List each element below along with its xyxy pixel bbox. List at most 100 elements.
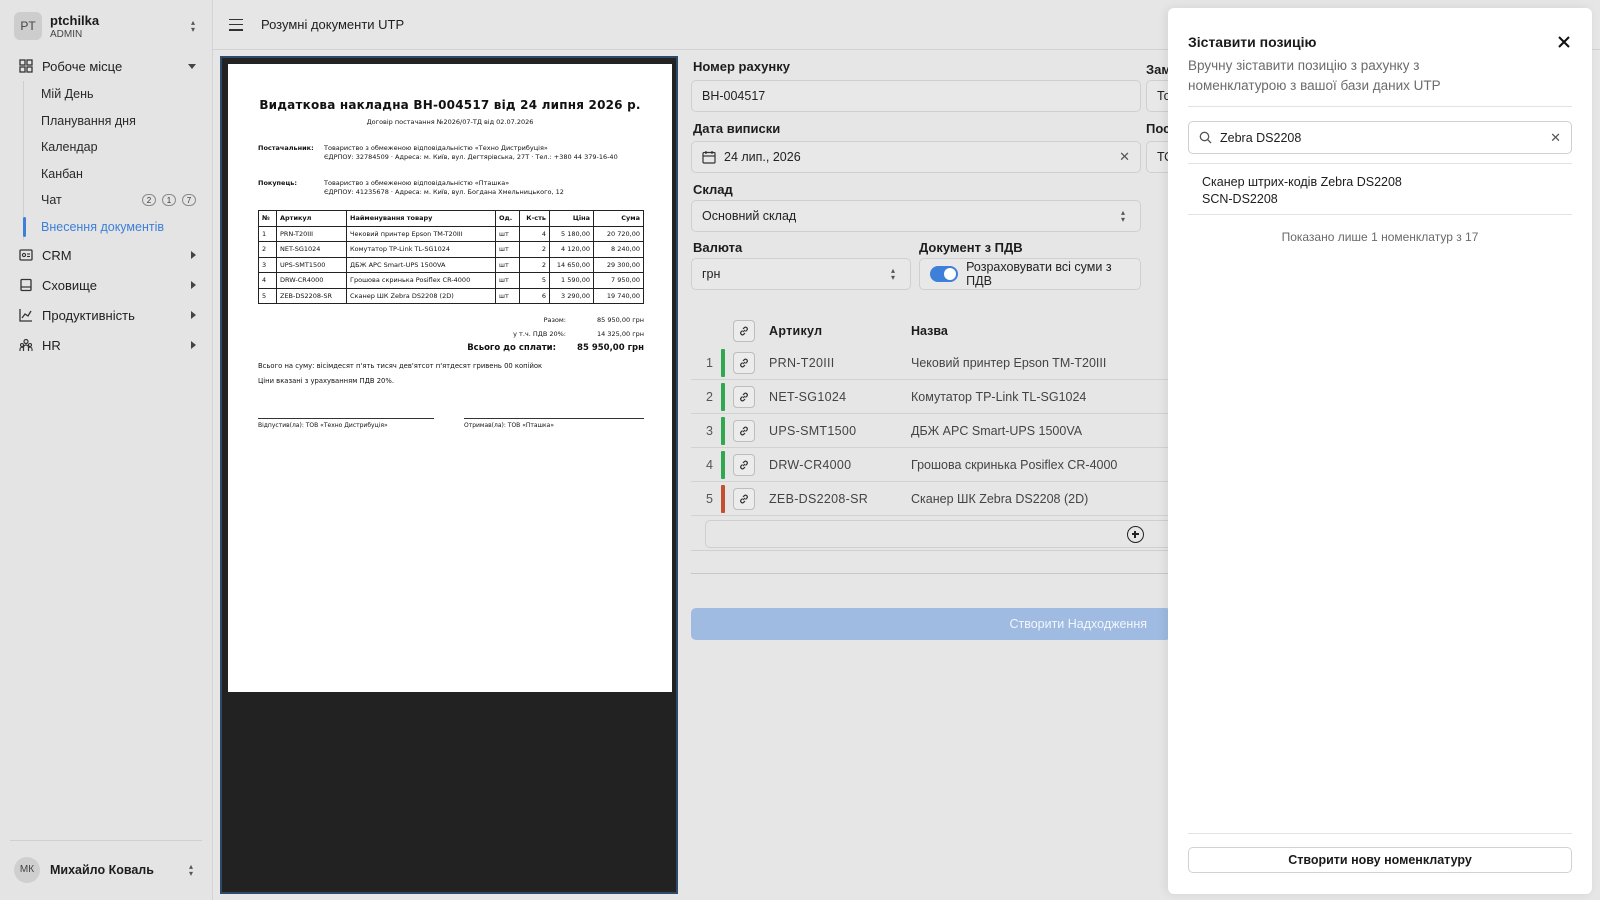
document-page: Видаткова накладна ВН-004517 від 24 липн…	[228, 64, 672, 692]
close-icon[interactable]	[1556, 34, 1572, 50]
panel-description: Вручну зіставити позицію з рахунку з ном…	[1188, 58, 1441, 93]
updown-chevron-icon: ▴ ▾	[188, 861, 193, 878]
nav-hr[interactable]: HR	[12, 330, 202, 360]
table-row: 2 NET-SG1024 Комутатор TP-Link TL-SG1024 шт…	[258, 241, 644, 258]
doc-received-signature: Отримав(ла): ТОВ «Пташка»	[464, 418, 644, 429]
divider	[1188, 106, 1572, 107]
nav-storage[interactable]: Сховище	[12, 270, 202, 300]
search-result-item[interactable]: Сканер штрих-кодів Zebra DS2208 SCN-DS22…	[1202, 174, 1402, 207]
row-article: NET-SG1024	[769, 389, 847, 404]
result-name: Сканер штрих-кодів Zebra DS2208	[1202, 175, 1402, 189]
menu-toggle-icon[interactable]	[229, 18, 243, 31]
column-name: Назва	[911, 324, 948, 338]
sidebar-item-chat[interactable]: Чат 2 1 7	[24, 187, 202, 214]
sidebar: PT ptchilka ADMIN ▴ ▾ Робоче місце Мій Де…	[0, 0, 213, 900]
sidebar-item-day-planning[interactable]: Планування дня	[24, 108, 202, 135]
vat-toggle[interactable]	[930, 266, 959, 282]
create-new-item-button[interactable]: Створити нову номенклатуру	[1188, 847, 1572, 873]
table-row[interactable]: 2 NET-SG1024 Комутатор TP-Link TL-SG1024	[691, 380, 1171, 414]
row-name: Комутатор TP-Link TL-SG1024	[911, 389, 1087, 404]
row-number: 1	[706, 355, 713, 370]
issue-date-field[interactable]: 24 лип., 2026 ✕	[691, 141, 1141, 173]
invoice-number-label: Номер рахунку	[693, 59, 790, 74]
nav-crm-label: CRM	[42, 247, 72, 263]
grid-header: Артикул Назва	[691, 316, 1171, 346]
org-switcher[interactable]: PT ptchilka ADMIN ▴ ▾	[14, 10, 200, 42]
doc-buyer: Покупець: Товариство з обмеженою відпові…	[258, 179, 564, 196]
table-row[interactable]: 4 DRW-CR4000 Грошова скринька Posiflex CR-…	[691, 448, 1171, 482]
vat-toggle-field[interactable]: Розраховувати всі суми з ПДВ	[919, 258, 1141, 290]
nav-productivity[interactable]: Продуктивність	[12, 300, 202, 330]
grid-icon	[18, 58, 34, 74]
link-icon[interactable]	[733, 320, 755, 342]
currency-select[interactable]: грн ▴ ▾	[691, 258, 911, 290]
link-icon[interactable]	[733, 487, 755, 510]
nav-productivity-label: Продуктивність	[42, 307, 135, 323]
link-icon[interactable]	[733, 453, 755, 476]
clear-search-icon[interactable]: ✕	[1550, 130, 1561, 146]
select-chevron-icon: ▴ ▾	[1120, 208, 1125, 224]
org-name: ptchilka	[50, 12, 100, 28]
sidebar-item-my-day[interactable]: Мій День	[24, 81, 202, 108]
doc-supplier: Постачальник: Товариство з обмеженою від…	[258, 144, 618, 161]
table-row[interactable]: 3 UPS-SMT1500 ДБЖ APC Smart-UPS 1500VA	[691, 414, 1171, 448]
divider	[1188, 163, 1572, 164]
add-line-row[interactable]	[705, 520, 1175, 548]
doc-released-signature: Відпустив(ла): ТОВ «Техно Дистрибуція»	[258, 418, 434, 429]
match-status-bar	[721, 484, 725, 513]
doc-vat-note: Ціни вказані з урахуванням ПДВ 20%.	[258, 377, 395, 385]
doc-title: Видаткова накладна ВН-004517 від 24 липн…	[259, 98, 641, 112]
link-icon[interactable]	[733, 351, 755, 374]
create-receipt-button[interactable]: Створити Надходження	[691, 608, 1171, 640]
row-name: Грошова скринька Posiflex CR-4000	[911, 457, 1118, 472]
vat-document-label: Документ з ПДВ	[919, 240, 1023, 255]
chart-icon	[18, 307, 34, 323]
match-status-bar	[721, 450, 725, 479]
document-preview[interactable]: Видаткова накладна ВН-004517 від 24 липн…	[220, 56, 678, 894]
chat-badge: 2	[142, 194, 156, 207]
nav-storage-label: Сховище	[42, 277, 97, 293]
nav-workspace[interactable]: Робоче місце	[12, 51, 202, 81]
crm-icon	[18, 247, 34, 263]
table-row[interactable]: 1 PRN-T20III Чековий принтер Epson TM-T20I…	[691, 346, 1171, 380]
org-role: ADMIN	[50, 28, 83, 40]
table-row: 5 ZEB-DS2208-SR Сканер ШК Zebra DS2208 (2D…	[258, 287, 644, 304]
table-row[interactable]: 5 ZEB-DS2208-SR Сканер ШК Zebra DS2208 (2D…	[691, 482, 1171, 516]
search-input[interactable]: Zebra DS2208 ✕	[1188, 121, 1572, 154]
row-number: 4	[706, 457, 713, 472]
main-nav: Робоче місце Мій День Планування дня Кал…	[12, 51, 202, 360]
warehouse-select[interactable]: Основний склад ▴ ▾	[691, 200, 1141, 232]
sidebar-item-document-entry[interactable]: Внесення документів	[23, 214, 202, 241]
link-icon[interactable]	[733, 385, 755, 408]
row-number: 3	[706, 423, 713, 438]
nav-crm[interactable]: CRM	[12, 240, 202, 270]
search-value: Zebra DS2208	[1220, 130, 1302, 145]
chat-badge: 7	[182, 194, 196, 207]
user-menu[interactable]: МК Михайло Коваль ▴ ▾	[10, 840, 202, 890]
match-status-bar	[721, 416, 725, 445]
sidebar-item-kanban[interactable]: Канбан	[24, 161, 202, 188]
row-article: ZEB-DS2208-SR	[769, 491, 869, 506]
row-article: DRW-CR4000	[769, 457, 852, 472]
calendar-icon	[702, 150, 716, 164]
panel-title: Зіставити позицію	[1188, 34, 1317, 50]
caret-down-icon	[188, 63, 196, 69]
invoice-number-field[interactable]: ВН-004517	[691, 80, 1141, 112]
row-article: PRN-T20III	[769, 355, 835, 370]
select-chevron-icon: ▴ ▾	[890, 266, 895, 282]
row-number: 2	[706, 389, 713, 404]
link-icon[interactable]	[733, 419, 755, 442]
caret-right-icon	[191, 341, 196, 349]
org-avatar: PT	[14, 12, 42, 40]
plus-circle-icon[interactable]	[1127, 526, 1144, 543]
issue-date-label: Дата виписки	[693, 121, 781, 136]
caret-right-icon	[191, 281, 196, 289]
sidebar-item-calendar[interactable]: Календар	[24, 134, 202, 161]
match-status-bar	[721, 348, 725, 377]
doc-items-table: № Артикул Найменування товару Од. К-сть …	[258, 210, 644, 304]
table-row: 1 PRN-T20III Чековий принтер Epson TM-T20I…	[258, 225, 644, 242]
storage-icon	[18, 277, 34, 293]
results-count-note: Показано лише 1 номенклатур з 17	[1281, 230, 1479, 244]
row-name: Чековий принтер Epson TM-T20III	[911, 355, 1107, 370]
clear-date-icon[interactable]: ✕	[1119, 149, 1130, 165]
